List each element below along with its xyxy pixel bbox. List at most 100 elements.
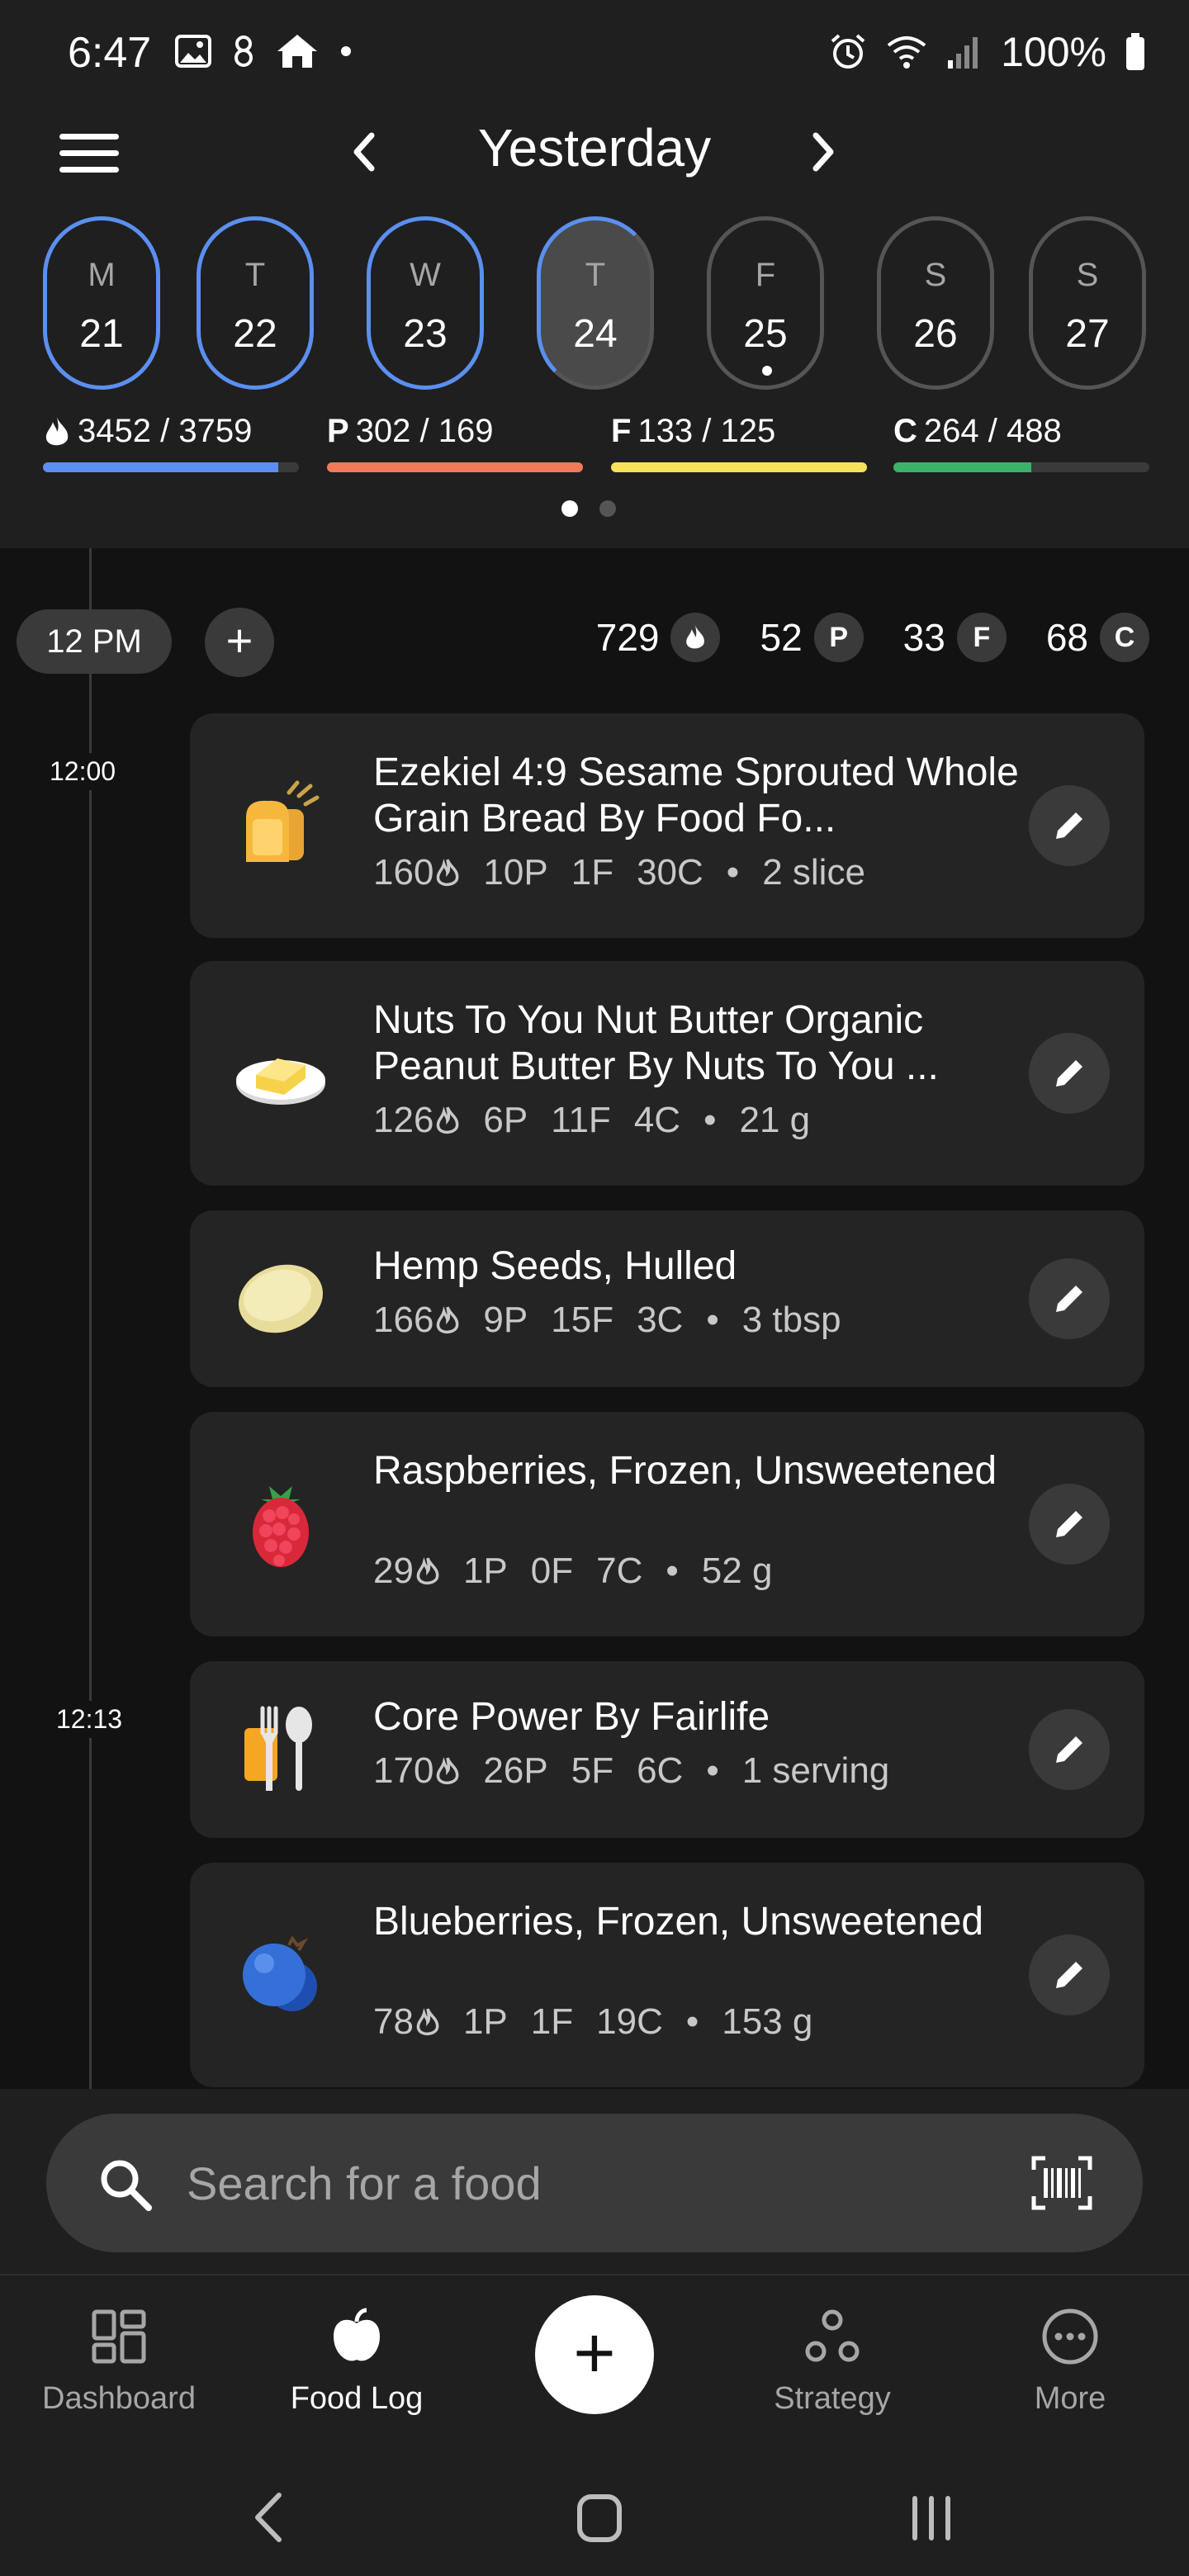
edit-button[interactable] — [1029, 1258, 1110, 1339]
day-pill-wed[interactable]: W 23 — [367, 216, 484, 390]
tab-more[interactable]: More — [963, 2307, 1177, 2417]
recent-apps-icon[interactable] — [907, 2493, 956, 2543]
day-pill-sat[interactable]: S 26 — [877, 216, 994, 390]
add-button[interactable]: + — [535, 2295, 654, 2414]
tab-food-log[interactable]: Food Log — [249, 2307, 464, 2417]
edit-button[interactable] — [1029, 1484, 1110, 1565]
food-card[interactable]: Core Power By Fairlife 170 26P 5F 6C • 1… — [190, 1661, 1144, 1838]
week-strip: M 21 T 22 W 23 T 24 F 25 S 26 S 27 — [0, 216, 1189, 390]
search-input[interactable]: Search for a food — [46, 2114, 1143, 2252]
separator: • — [685, 2001, 699, 2042]
food-card[interactable]: Nuts To You Nut Butter Organic Peanut Bu… — [190, 961, 1144, 1186]
protein-letter: P — [327, 413, 349, 449]
fat-letter: F — [611, 413, 632, 449]
food-macros: 126 6P 11F 4C • 21 g — [373, 1100, 810, 1141]
day-letter: W — [410, 257, 441, 293]
day-pill-mon[interactable]: M 21 — [43, 216, 160, 390]
tab-dashboard[interactable]: Dashboard — [12, 2307, 226, 2417]
food-card[interactable]: Ezekiel 4:9 Sesame Sprouted Whole Grain … — [190, 713, 1144, 938]
food-protein: 9P — [483, 1300, 528, 1340]
page-dot-active — [561, 500, 578, 517]
tab-label: Strategy — [774, 2381, 891, 2416]
protein-progress-bar — [327, 462, 583, 472]
protein-summary: P 302 / 169 — [327, 413, 583, 479]
fat-badge: F — [956, 613, 1007, 662]
flame-icon — [416, 2008, 439, 2036]
day-number: 23 — [403, 312, 448, 356]
day-pill-sun[interactable]: S 27 — [1029, 216, 1146, 390]
food-macros: 160 10P 1F 30C • 2 slice — [373, 852, 865, 893]
tab-strategy[interactable]: Strategy — [725, 2307, 940, 2417]
day-pill-thu-selected[interactable]: T 24 — [537, 216, 654, 390]
raspberry-icon — [253, 1486, 309, 1567]
food-calories: 170 — [373, 1750, 434, 1791]
food-serving: 153 g — [722, 2001, 813, 2042]
edit-button[interactable] — [1029, 1033, 1110, 1114]
chevron-left-icon[interactable] — [340, 127, 390, 177]
macro-summary[interactable]: 3452 / 3759 P 302 / 169 F 133 / 125 C 26… — [0, 413, 1189, 479]
flame-icon — [437, 859, 459, 887]
food-card[interactable]: Raspberries, Frozen, Unsweetened 29 1P 0… — [190, 1412, 1144, 1636]
food-fat: 1F — [530, 2001, 574, 2042]
edit-button[interactable] — [1029, 1709, 1110, 1790]
edit-button[interactable] — [1029, 1934, 1110, 2015]
food-macros: 78 1P 1F 19C • 153 g — [373, 2001, 812, 2043]
total-fat-value: 33 — [902, 616, 945, 659]
signal-icon — [948, 37, 978, 69]
food-macros: 166 9P 15F 3C • 3 tbsp — [373, 1300, 841, 1341]
add-food-button[interactable]: + — [205, 608, 274, 677]
total-fat: 33 F — [903, 613, 1007, 662]
back-icon[interactable] — [248, 2488, 289, 2546]
food-name: Hemp Seeds, Hulled — [373, 1244, 737, 1288]
menu-icon[interactable] — [59, 134, 119, 177]
chevron-right-icon[interactable] — [798, 127, 847, 177]
day-number: 25 — [743, 312, 788, 356]
battery-icon — [1126, 33, 1144, 70]
barcode-scan-icon[interactable] — [1030, 2155, 1093, 2211]
food-name: Blueberries, Frozen, Unsweetened — [373, 1900, 984, 1944]
day-letter: T — [585, 257, 606, 293]
home-button-icon[interactable] — [575, 2492, 624, 2545]
day-letter: S — [1076, 257, 1099, 293]
page-indicator[interactable] — [561, 500, 616, 517]
food-calories: 29 — [373, 1551, 414, 1591]
food-carbs: 19C — [596, 2001, 663, 2042]
food-macros: 29 1P 0F 7C • 52 g — [373, 1551, 772, 1592]
flame-icon — [416, 1557, 439, 1585]
food-card[interactable]: Hemp Seeds, Hulled 166 9P 15F 3C • 3 tbs… — [190, 1210, 1144, 1387]
battery-level: 100% — [1001, 29, 1106, 75]
gallery-icon — [175, 35, 211, 68]
food-carbs: 4C — [633, 1100, 681, 1140]
food-fat: 1F — [571, 852, 614, 893]
food-name: Core Power By Fairlife — [373, 1695, 770, 1739]
total-carbs-value: 68 — [1045, 616, 1088, 659]
apple-icon — [334, 2308, 380, 2361]
more-icon — [1042, 2308, 1098, 2365]
pencil-icon — [1056, 812, 1082, 839]
day-number: 22 — [233, 312, 277, 356]
status-bar: 6:47 100% — [0, 0, 1189, 109]
food-protein: 26P — [483, 1750, 548, 1791]
day-number: 27 — [1065, 312, 1110, 356]
carbs-value: 264 / 488 — [923, 413, 1062, 449]
total-calories: 729 — [596, 613, 721, 662]
food-calories: 166 — [373, 1300, 434, 1340]
separator: • — [726, 852, 740, 893]
pencil-icon — [1056, 1511, 1082, 1537]
entry-time-label: 12:13 — [56, 1701, 123, 1738]
food-fat: 15F — [551, 1300, 614, 1340]
food-fat: 0F — [530, 1551, 574, 1591]
day-pill-fri-today[interactable]: F 25 — [707, 216, 824, 390]
time-chip[interactable]: 12 PM — [17, 609, 172, 674]
edit-button[interactable] — [1029, 785, 1110, 866]
food-serving: 1 serving — [741, 1750, 890, 1791]
food-calories: 78 — [373, 2001, 414, 2042]
page-title[interactable]: Yesterday — [429, 117, 760, 178]
day-pill-tue[interactable]: T 22 — [197, 216, 314, 390]
food-name: Nuts To You Nut Butter Organic Peanut Bu… — [373, 998, 939, 1088]
dot-icon — [341, 46, 351, 56]
food-calories: 126 — [373, 1100, 434, 1140]
day-letter: F — [755, 257, 776, 293]
food-card[interactable]: Blueberries, Frozen, Unsweetened 78 1P 1… — [190, 1863, 1144, 2087]
total-protein: 52 P — [760, 613, 864, 662]
